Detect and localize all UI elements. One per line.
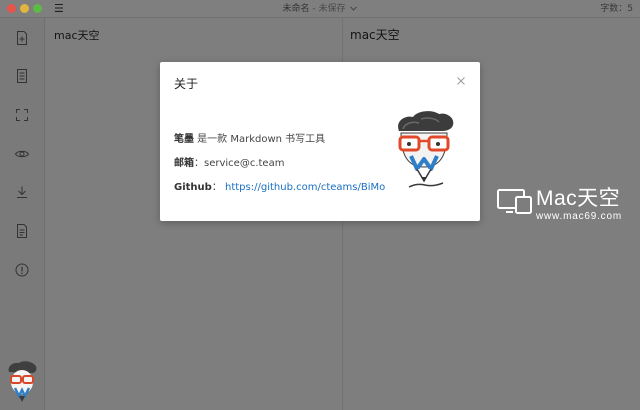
github-link[interactable]: https://github.com/cteams/BiMo xyxy=(225,182,385,193)
info-icon[interactable] xyxy=(14,262,30,278)
document-title[interactable]: 未命名 - 未保存 xyxy=(0,2,640,16)
document-icon[interactable] xyxy=(14,223,30,239)
fullscreen-icon[interactable] xyxy=(14,107,30,123)
file-list-icon[interactable] xyxy=(14,68,30,84)
email-label: 邮箱 xyxy=(174,158,194,169)
github-colon: ： xyxy=(211,182,222,193)
title-bar: ☰ 未命名 - 未保存 字数：5 xyxy=(0,0,640,18)
dialog-title: 关于 xyxy=(174,77,199,91)
doc-name: 未命名 xyxy=(282,4,310,14)
watermark-title: Mac天空 xyxy=(536,187,621,210)
app-name: 笔墨 xyxy=(174,134,194,145)
github-label: Github xyxy=(174,182,212,193)
title-separator: - xyxy=(309,4,319,14)
github-row: Github： https://github.com/cteams/BiMo xyxy=(174,178,385,193)
watermark-url: www.mac69.com xyxy=(536,211,622,222)
about-dialog: 关于 笔墨 是一款 Markdown 书写工具 邮箱：service@c.tea… xyxy=(160,62,480,221)
save-status: 未保存 xyxy=(318,4,346,14)
mascot-avatar-icon[interactable] xyxy=(5,360,39,404)
chevron-down-icon xyxy=(350,6,358,11)
email-row: 邮箱：service@c.team xyxy=(174,154,284,169)
new-file-icon[interactable] xyxy=(14,30,30,46)
preview-content: mac天空 xyxy=(350,28,400,42)
word-count: 字数：5 xyxy=(600,4,633,14)
editor-content[interactable]: mac天空 xyxy=(54,27,100,43)
app-desc-text: 是一款 Markdown 书写工具 xyxy=(194,134,326,145)
watermark: Mac天空 www.mac69.com xyxy=(494,186,640,230)
preview-eye-icon[interactable] xyxy=(14,146,30,162)
monitor-logo-icon xyxy=(497,189,532,214)
mascot-logo-icon xyxy=(391,109,457,199)
sidebar xyxy=(0,18,45,410)
email-colon: ： xyxy=(194,158,204,169)
download-icon[interactable] xyxy=(14,184,30,200)
app-description: 笔墨 是一款 Markdown 书写工具 xyxy=(174,130,325,145)
email-value: service@c.team xyxy=(204,158,285,169)
close-icon[interactable] xyxy=(454,74,468,88)
